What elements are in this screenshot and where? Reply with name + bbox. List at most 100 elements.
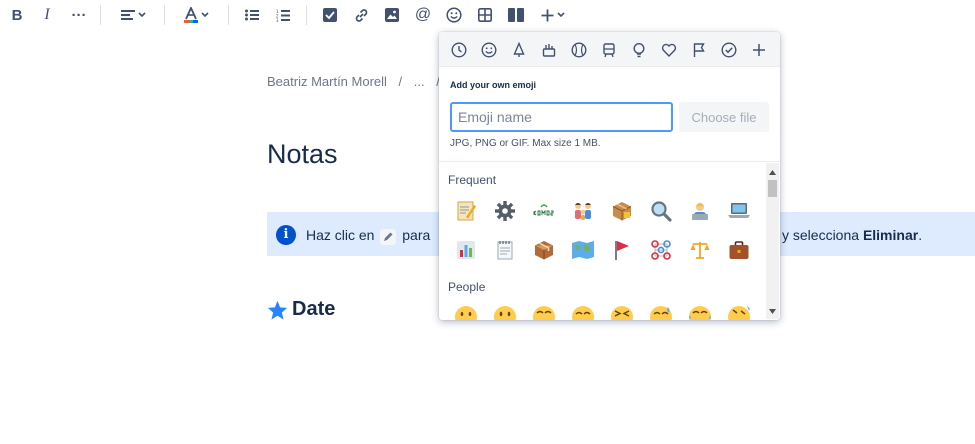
italic-button[interactable]: I	[38, 3, 56, 27]
scrollbar-thumb[interactable]	[768, 180, 777, 197]
chevron-down-icon	[557, 12, 565, 18]
date-heading-text: Date	[292, 298, 336, 320]
align-left-icon	[120, 10, 135, 20]
link-button[interactable]	[352, 3, 370, 27]
bold-button[interactable]: B	[8, 3, 26, 27]
emoji-smile-icon	[446, 7, 462, 23]
custom-logo-emoji[interactable]	[531, 198, 557, 224]
bullet-list-icon	[245, 9, 259, 21]
grinning-face-emoji[interactable]	[453, 304, 479, 320]
page-title[interactable]: Notas	[267, 139, 338, 170]
emoji-category-bar	[439, 32, 780, 67]
info-text-suffix: .	[918, 227, 923, 243]
clock-icon[interactable]	[449, 40, 469, 60]
info-text-start: Haz clic en	[306, 227, 375, 243]
nature-icon[interactable]	[509, 40, 529, 60]
breadcrumb-space-link[interactable]: Beatriz Martín Morell	[267, 74, 387, 89]
rolling-laughing-emoji[interactable]	[726, 304, 752, 320]
mention-button[interactable]: @	[413, 3, 433, 27]
info-text-prefix: y selecciona	[782, 227, 860, 243]
upload-hint: JPG, PNG or GIF. Max size 1 MB.	[450, 138, 601, 149]
smiling-face-emoji[interactable]	[492, 304, 518, 320]
productivity-icon[interactable]	[719, 40, 739, 60]
beaming-face-emoji[interactable]	[531, 304, 557, 320]
add-icon[interactable]	[749, 40, 769, 60]
image-icon	[385, 8, 399, 22]
alignment-dropdown[interactable]	[117, 3, 149, 27]
breadcrumb-ellipsis[interactable]: ...	[414, 74, 425, 89]
blue-star-icon	[267, 300, 288, 320]
laptop-emoji[interactable]	[726, 198, 752, 224]
family-emoji[interactable]	[570, 198, 596, 224]
choose-file-button[interactable]: Choose file	[679, 102, 769, 132]
gear-emoji[interactable]	[492, 198, 518, 224]
columns-layout-icon	[508, 8, 524, 22]
info-icon: i	[276, 225, 296, 245]
objects-icon[interactable]	[629, 40, 649, 60]
memo-emoji[interactable]	[453, 198, 479, 224]
table-button[interactable]	[476, 3, 494, 27]
more-formatting-button[interactable]: ···	[70, 3, 88, 27]
chevron-down-icon	[200, 12, 209, 18]
food-icon[interactable]	[539, 40, 559, 60]
section-label-people: People	[448, 280, 486, 294]
info-text-after-icon: para	[402, 227, 431, 243]
briefcase-emoji[interactable]	[726, 237, 752, 263]
at-sign-icon: @	[414, 6, 432, 23]
emoji-name-input[interactable]	[450, 102, 673, 132]
section-label-frequent: Frequent	[448, 173, 497, 187]
table-icon	[478, 8, 492, 22]
plus-icon	[541, 9, 554, 21]
emoji-list-scrollbar[interactable]	[766, 163, 779, 319]
insert-more-dropdown[interactable]	[538, 3, 568, 27]
checkbox-icon	[323, 8, 337, 22]
squinting-face-emoji[interactable]	[609, 304, 635, 320]
toolbar-divider	[100, 5, 101, 25]
flags-icon[interactable]	[689, 40, 709, 60]
link-icon	[355, 8, 367, 22]
numbered-list-icon: 123	[276, 9, 290, 22]
happy-face-emoji[interactable]	[570, 304, 596, 320]
smiley-icon[interactable]	[479, 40, 499, 60]
add-emoji-title: Add your own emoji	[450, 80, 537, 90]
info-text-bold: Eliminar	[862, 227, 919, 243]
magnifying-glass-emoji[interactable]	[648, 198, 674, 224]
sweat-smile-emoji[interactable]	[648, 304, 674, 320]
info-text-left: Haz clic en para	[306, 227, 430, 245]
scroll-up-arrow-icon[interactable]	[766, 166, 779, 178]
tears-of-joy-emoji[interactable]	[687, 304, 713, 320]
text-color-icon	[183, 7, 198, 23]
emoji-button[interactable]	[444, 3, 464, 27]
symbols-icon[interactable]	[659, 40, 679, 60]
package-emoji[interactable]	[609, 198, 635, 224]
network-nodes-emoji[interactable]	[648, 237, 674, 263]
triangular-flag-emoji[interactable]	[609, 237, 635, 263]
editor-toolbar: B I ··· 123 @	[0, 0, 975, 30]
world-map-emoji[interactable]	[570, 237, 596, 263]
box-emoji[interactable]	[531, 237, 557, 263]
spiral-notepad-emoji[interactable]	[492, 237, 518, 263]
breadcrumb: Beatriz Martín Morell / ... /	[267, 74, 448, 89]
technologist-emoji[interactable]	[687, 198, 713, 224]
activity-icon[interactable]	[569, 40, 589, 60]
emoji-list: Frequent People	[439, 163, 780, 320]
text-color-dropdown[interactable]	[180, 3, 212, 27]
toolbar-divider	[306, 5, 307, 25]
add-emoji-section: Add your own emoji Choose file JPG, PNG …	[439, 68, 780, 162]
toolbar-divider	[228, 5, 229, 25]
numbered-list-button[interactable]: 123	[274, 3, 292, 27]
chevron-down-icon	[137, 12, 146, 18]
bar-chart-emoji[interactable]	[453, 237, 479, 263]
action-item-button[interactable]	[321, 3, 339, 27]
layouts-button[interactable]	[506, 3, 526, 27]
pencil-icon	[380, 229, 397, 245]
bullet-list-button[interactable]	[243, 3, 261, 27]
breadcrumb-separator: /	[398, 74, 403, 89]
info-text-right: y selecciona Eliminar.	[782, 227, 922, 243]
date-heading: Date	[267, 298, 335, 321]
balance-scale-emoji[interactable]	[687, 237, 713, 263]
scroll-down-arrow-icon[interactable]	[766, 305, 779, 317]
image-button[interactable]	[383, 3, 401, 27]
travel-icon[interactable]	[599, 40, 619, 60]
toolbar-divider	[164, 5, 165, 25]
